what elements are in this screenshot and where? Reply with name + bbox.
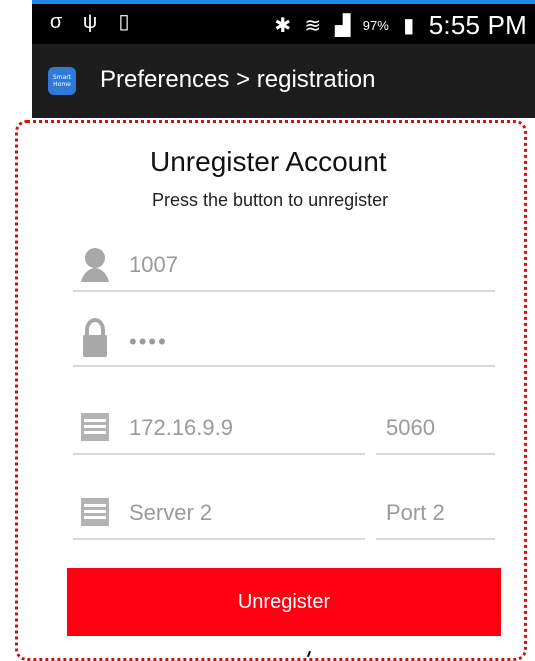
port1-field[interactable]: 5060 (376, 403, 495, 455)
list-icon (81, 413, 109, 441)
server1-underline (73, 453, 365, 455)
clipboard-icon: ▯ (118, 11, 130, 33)
battery-icon: ▮ (403, 14, 415, 37)
usb-icon: ψ (82, 11, 98, 33)
unregister-button[interactable]: Unregister (67, 568, 501, 636)
app-logo-text: Smart Home (52, 74, 72, 88)
port1-underline (376, 453, 495, 455)
lock-icon (83, 317, 107, 357)
status-right: ✱ ≋ ▟ 97% ▮ 5:55 PM (273, 10, 527, 41)
port2-field[interactable]: Port 2 (376, 488, 495, 540)
port2-placeholder: Port 2 (386, 500, 445, 525)
user-underline (73, 290, 495, 292)
port1-value: 5060 (386, 415, 435, 440)
server2-underline (73, 538, 365, 540)
page-subtitle: Press the button to unregister (152, 190, 389, 210)
password-field[interactable]: •••• (73, 315, 495, 367)
server2-field[interactable]: Server 2 (73, 488, 365, 540)
server1-field[interactable]: 172.16.9.9 (73, 403, 365, 455)
status-left: σ ψ ▯ (46, 12, 134, 32)
user-icon (81, 248, 109, 282)
user-field[interactable]: 1007 (73, 240, 495, 292)
page-title: Unregister Account (150, 146, 387, 177)
password-value: •••• (129, 329, 168, 354)
signal-icon: ▟ (335, 14, 351, 37)
server2-placeholder: Server 2 (129, 500, 213, 525)
list-icon (81, 498, 109, 526)
app-logo: Smart Home (48, 67, 76, 95)
app-bar: Smart Home Preferences > registration (32, 44, 535, 118)
password-underline (73, 365, 495, 367)
port2-underline (376, 538, 495, 540)
clock-time: 5:55 PM (428, 10, 527, 40)
wifi-icon: ≋ (304, 14, 322, 37)
sigma-icon: σ (49, 11, 63, 33)
app-title: Preferences > registration (100, 66, 376, 93)
server1-value: 172.16.9.9 (129, 415, 233, 440)
bluetooth-icon: ✱ (274, 14, 292, 37)
battery-percent: 97% (362, 18, 389, 33)
status-bar: σ ψ ▯ ✱ ≋ ▟ 97% ▮ 5:55 PM (32, 0, 535, 44)
user-value: 1007 (129, 252, 178, 277)
